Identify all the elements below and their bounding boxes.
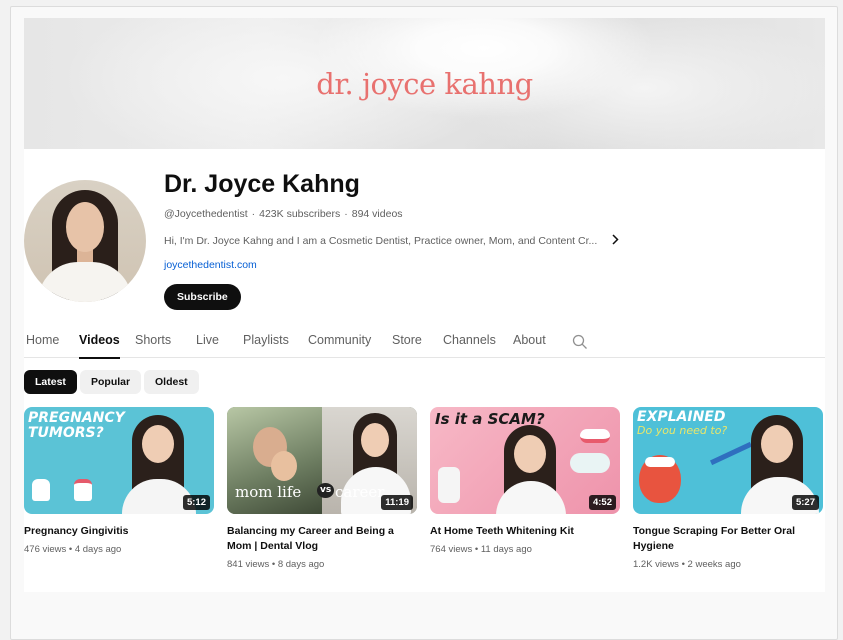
chip-latest[interactable]: Latest: [24, 370, 77, 394]
banner-logo-text: dr. joyce kahng: [316, 66, 533, 101]
meta-separator: ·: [251, 208, 256, 220]
tab-about[interactable]: About: [513, 333, 546, 347]
video-title[interactable]: Tongue Scraping For Better Oral Hygiene: [633, 524, 819, 554]
video-thumbnail[interactable]: Is it a SCAM? 4:52: [430, 407, 620, 514]
video-meta: 841 views • 8 days ago: [227, 559, 325, 570]
tab-live[interactable]: Live: [196, 333, 219, 347]
channel-description[interactable]: Hi, I'm Dr. Joyce Kahng and I am a Cosme…: [164, 233, 619, 248]
thumbnail-face: [361, 423, 389, 457]
tab-shorts[interactable]: Shorts: [135, 333, 171, 347]
tab-home[interactable]: Home: [26, 333, 59, 347]
video-title[interactable]: Balancing my Career and Being a Mom | De…: [227, 524, 413, 554]
channel-banner: dr. joyce kahng: [24, 18, 825, 149]
video-meta: 764 views • 11 days ago: [430, 544, 532, 555]
channel-website-link[interactable]: joycethedentist.com: [164, 259, 257, 271]
video-thumbnail[interactable]: PREGNANCY TUMORS? 5:12: [24, 407, 214, 514]
subscriber-count: 423K subscribers: [259, 208, 341, 220]
channel-avatar[interactable]: [24, 180, 146, 302]
video-duration: 5:27: [791, 495, 819, 510]
thumbnail-face: [514, 435, 546, 473]
video-card[interactable]: mom life vs career 11:19 Balancing my Ca…: [227, 407, 417, 570]
tab-community[interactable]: Community: [308, 333, 371, 347]
channel-page: dr. joyce kahng Dr. Joyce Kahng @Joyceth…: [24, 18, 825, 592]
channel-name: Dr. Joyce Kahng: [164, 170, 360, 198]
whitening-kit-icon: [438, 467, 460, 503]
tooth-icon: [32, 479, 50, 501]
video-duration: 11:19: [381, 495, 413, 510]
video-title[interactable]: Pregnancy Gingivitis: [24, 524, 210, 539]
channel-description-text: Hi, I'm Dr. Joyce Kahng and I am a Cosme…: [164, 234, 598, 247]
tab-playlists[interactable]: Playlists: [243, 333, 289, 347]
video-thumbnail[interactable]: mom life vs career 11:19: [227, 407, 417, 514]
tooth-icon: [74, 479, 92, 501]
thumbnail-text: Do you need to?: [637, 424, 728, 437]
thumbnail-text: PREGNANCY: [28, 410, 125, 426]
video-card[interactable]: PREGNANCY TUMORS? 5:12 Pregnancy Gingivi…: [24, 407, 214, 555]
teeth-icon: [645, 457, 675, 467]
subscribe-button[interactable]: Subscribe: [164, 284, 241, 310]
video-title[interactable]: At Home Teeth Whitening Kit: [430, 524, 616, 539]
teeth-icon: [580, 429, 610, 443]
thumbnail-face: [271, 451, 297, 481]
video-card[interactable]: EXPLAINED Do you need to? 5:27 Tongue Sc…: [633, 407, 823, 570]
thumbnail-text: EXPLAINED: [637, 409, 726, 425]
chevron-right-icon[interactable]: [611, 233, 619, 248]
meta-separator: ·: [344, 208, 348, 220]
channel-tabs: Home Videos Shorts Live Playlists Commun…: [24, 324, 825, 359]
search-icon[interactable]: [572, 334, 588, 350]
video-thumbnail[interactable]: EXPLAINED Do you need to? 5:27: [633, 407, 823, 514]
whitening-tray-icon: [570, 453, 610, 473]
video-meta: 476 views • 4 days ago: [24, 544, 122, 555]
thumbnail-face: [142, 425, 174, 463]
video-count: 894 videos: [351, 208, 403, 220]
tab-store[interactable]: Store: [392, 333, 422, 347]
tab-channels[interactable]: Channels: [443, 333, 496, 347]
chip-oldest[interactable]: Oldest: [144, 370, 199, 394]
video-card[interactable]: Is it a SCAM? 4:52 At Home Teeth Whiteni…: [430, 407, 620, 555]
thumbnail-face: [761, 425, 793, 463]
chip-popular[interactable]: Popular: [80, 370, 142, 394]
avatar-face: [66, 202, 104, 252]
channel-handle: @Joycethedentist: [164, 208, 248, 220]
tongue-scraper-icon: [710, 441, 752, 466]
video-meta: 1.2K views • 2 weeks ago: [633, 559, 741, 570]
video-duration: 5:12: [182, 495, 210, 510]
thumbnail-text: TUMORS?: [28, 425, 104, 441]
channel-meta: @Joycethedentist · 423K subscribers · 89…: [164, 208, 403, 220]
video-duration: 4:52: [588, 495, 616, 510]
thumbnail-text: mom life: [235, 483, 302, 501]
tab-videos[interactable]: Videos: [79, 333, 120, 359]
thumbnail-text: career: [335, 483, 385, 501]
